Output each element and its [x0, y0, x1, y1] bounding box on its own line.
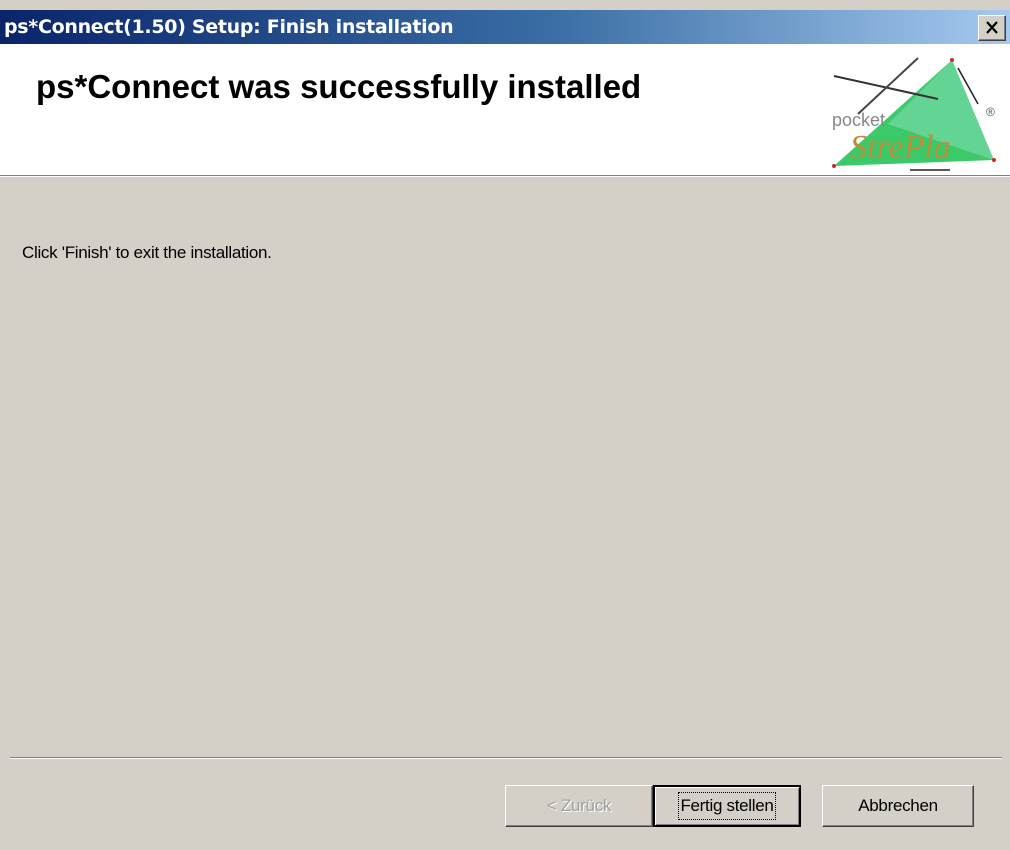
- page-title: ps*Connect was successfully installed: [36, 68, 642, 105]
- instruction-text: Click 'Finish' to exit the installation.: [22, 243, 272, 262]
- close-icon: [979, 16, 1005, 40]
- back-button[interactable]: < Zurück: [505, 785, 653, 827]
- finish-button-label: Fertig stellen: [678, 792, 776, 820]
- logo-text-strepla: StrePla: [850, 129, 951, 166]
- window-title: ps*Connect(1.50) Setup: Finish installat…: [4, 16, 454, 38]
- finish-button[interactable]: Fertig stellen: [653, 785, 801, 827]
- pocket-strepla-logo: pocket StrePla ®: [828, 54, 1000, 176]
- logo-text-pocket: pocket: [832, 110, 885, 130]
- close-button[interactable]: [978, 15, 1006, 41]
- button-area-divider-highlight: [10, 758, 1002, 759]
- title-bar[interactable]: ps*Connect(1.50) Setup: Finish installat…: [0, 10, 1010, 44]
- cancel-button[interactable]: Abbrechen: [822, 785, 974, 827]
- logo-registered-mark: ®: [986, 105, 995, 119]
- header-divider-highlight: [0, 176, 1010, 177]
- wizard-header: ps*Connect was successfully installed po…: [0, 44, 1010, 175]
